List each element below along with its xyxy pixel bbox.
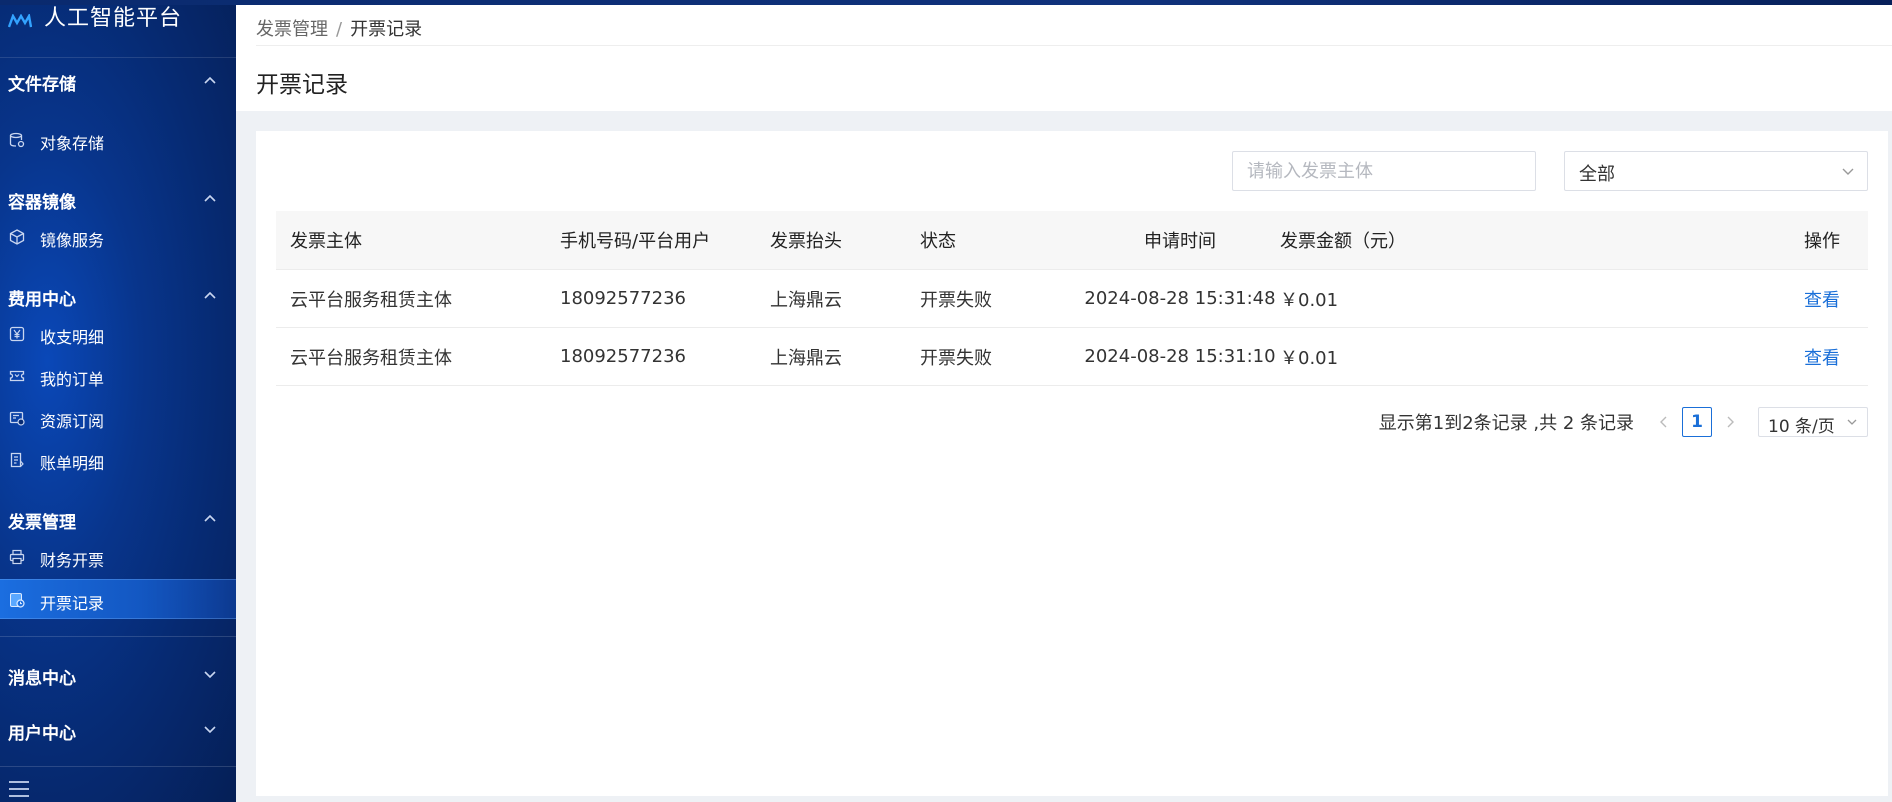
database-icon	[9, 132, 25, 148]
chevron-up-icon	[204, 291, 216, 299]
page-size-value: 10 条/页	[1768, 417, 1835, 437]
column-header: 操作	[1804, 231, 1840, 252]
chevron-down-icon	[1842, 168, 1854, 175]
sidebar-item-label: 资源订阅	[40, 412, 105, 431]
sidebar-item-label: 账单明细	[40, 454, 105, 473]
status-filter-select[interactable]: 全部	[1564, 151, 1868, 191]
prev-page-button[interactable]	[1654, 412, 1674, 432]
cell-phone: 18092577236	[560, 288, 686, 309]
status-filter-value: 全部	[1579, 164, 1615, 185]
sidebar-divider	[0, 766, 236, 767]
table-row: 云平台服务租赁主体 18092577236 上海鼎云 开票失败 2024-08-…	[276, 328, 1868, 386]
sidebar: 人工智能平台 文件存储 对象存储 容器镜像 镜像服务 费用中心 收支明细 我的订…	[0, 0, 236, 802]
sidebar-item-my-orders[interactable]: 我的订单	[0, 356, 236, 396]
sidebar-item-income-expense[interactable]: 收支明细	[0, 314, 236, 354]
chevron-up-icon	[204, 76, 216, 84]
sidebar-item-label: 镜像服务	[40, 231, 105, 250]
sidebar-item-label: 对象存储	[40, 134, 105, 153]
cell-phone: 18092577236	[560, 346, 686, 367]
sidebar-item-invoice-records[interactable]: 开票记录	[0, 579, 236, 619]
group-user-center[interactable]: 用户中心	[0, 711, 236, 751]
cell-status: 开票失败	[920, 347, 992, 369]
pagination: 显示第1到2条记录 ,共 2 条记录 1 10 条/页	[1379, 407, 1868, 437]
sidebar-item-label: 开票记录	[40, 594, 105, 613]
chevron-down-icon	[1847, 419, 1857, 425]
sidebar-divider	[0, 636, 236, 637]
sidebar-item-label: 财务开票	[40, 551, 105, 570]
chevron-down-icon	[204, 726, 216, 734]
logo-row: 人工智能平台	[0, 0, 236, 58]
chevron-up-icon	[204, 514, 216, 522]
breadcrumb-current: 开票记录	[350, 19, 423, 40]
group-title: 文件存储	[8, 75, 76, 95]
table-header-row: 发票主体 手机号码/平台用户 发票抬头 状态 申请时间 发票金额（元） 操作	[276, 211, 1868, 270]
logo-icon	[8, 14, 32, 28]
column-header: 申请时间	[1144, 231, 1216, 252]
page-header: 发票管理 / 开票记录 开票记录	[236, 5, 1892, 111]
view-button[interactable]: 查看	[1804, 270, 1840, 327]
invoice-subject-search-input[interactable]	[1232, 151, 1536, 191]
logo-text: 人工智能平台	[44, 6, 183, 31]
cell-subject: 云平台服务租赁主体	[290, 347, 452, 369]
chevron-up-icon	[204, 194, 216, 202]
cell-apply-time: 2024-08-28 15:31:48	[1084, 288, 1276, 309]
invoice-record-icon	[10, 593, 25, 608]
cell-apply-time: 2024-08-28 15:31:10	[1084, 346, 1276, 367]
page-size-select[interactable]: 10 条/页	[1758, 407, 1868, 437]
cube-icon	[9, 229, 25, 245]
sidebar-item-label: 我的订单	[40, 370, 105, 389]
printer-icon	[9, 549, 25, 565]
chevron-down-icon	[204, 671, 216, 679]
group-invoice-management[interactable]: 发票管理	[0, 500, 236, 540]
cell-invoice-header: 上海鼎云	[770, 347, 842, 369]
group-title: 消息中心	[8, 669, 76, 689]
sidebar-item-financial-invoicing[interactable]: 财务开票	[0, 537, 236, 577]
breadcrumb-separator: /	[336, 19, 343, 40]
page-number-button[interactable]: 1	[1682, 407, 1712, 437]
header-divider	[256, 45, 1892, 46]
column-header: 发票主体	[290, 231, 362, 252]
group-title: 用户中心	[8, 724, 76, 744]
table-row: 云平台服务租赁主体 18092577236 上海鼎云 开票失败 2024-08-…	[276, 270, 1868, 328]
menu-toggle-icon[interactable]	[8, 780, 30, 798]
column-header: 状态	[920, 231, 956, 252]
group-title: 容器镜像	[8, 193, 76, 213]
group-billing-center[interactable]: 费用中心	[0, 277, 236, 317]
breadcrumb: 发票管理 / 开票记录	[256, 15, 422, 41]
chevron-right-icon	[1727, 416, 1734, 428]
sidebar-item-object-storage[interactable]: 对象存储	[0, 120, 236, 160]
next-page-button[interactable]	[1720, 412, 1740, 432]
group-title: 费用中心	[8, 290, 76, 310]
subscription-icon	[9, 411, 25, 426]
cell-invoice-header: 上海鼎云	[770, 289, 842, 311]
cell-amount: ￥0.01	[1280, 289, 1339, 311]
ticket-icon	[9, 370, 25, 382]
column-header: 发票抬头	[770, 231, 842, 252]
page-title: 开票记录	[256, 72, 348, 98]
group-container-image[interactable]: 容器镜像	[0, 180, 236, 220]
cell-amount: ￥0.01	[1280, 347, 1339, 369]
group-file-storage[interactable]: 文件存储	[0, 62, 236, 102]
content-card: 全部 发票主体 手机号码/平台用户 发票抬头 状态 申请时间 发票金额（元） 操…	[256, 131, 1888, 796]
sidebar-item-label: 收支明细	[40, 328, 105, 347]
sidebar-item-resource-subscription[interactable]: 资源订阅	[0, 398, 236, 438]
bill-icon	[10, 452, 24, 468]
sidebar-item-image-service[interactable]: 镜像服务	[0, 217, 236, 257]
cell-status: 开票失败	[920, 289, 992, 311]
column-header: 发票金额（元）	[1280, 231, 1406, 252]
column-header: 手机号码/平台用户	[560, 231, 711, 252]
breadcrumb-parent[interactable]: 发票管理	[256, 19, 328, 40]
cell-subject: 云平台服务租赁主体	[290, 289, 452, 311]
sidebar-item-bill-details[interactable]: 账单明细	[0, 440, 236, 480]
chevron-left-icon	[1660, 416, 1667, 428]
yen-icon	[9, 326, 25, 342]
view-button[interactable]: 查看	[1804, 328, 1840, 385]
pagination-summary: 显示第1到2条记录 ,共 2 条记录	[1378, 413, 1634, 434]
invoice-records-table: 发票主体 手机号码/平台用户 发票抬头 状态 申请时间 发票金额（元） 操作 云…	[276, 211, 1868, 386]
group-title: 发票管理	[8, 513, 76, 533]
top-accent-bar	[0, 0, 1892, 5]
group-message-center[interactable]: 消息中心	[0, 656, 236, 696]
